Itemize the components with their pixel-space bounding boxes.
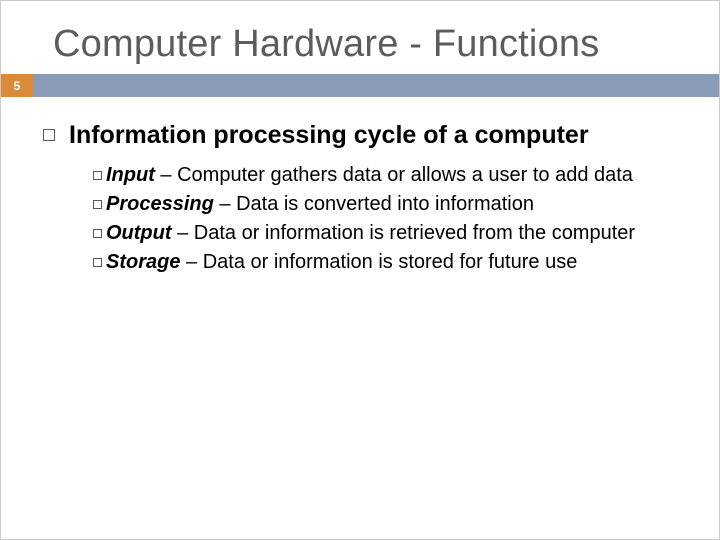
square-bullet-icon (43, 129, 55, 141)
square-bullet-icon (93, 171, 102, 180)
bullet-list: Input – Computer gathers data or allows … (43, 150, 679, 276)
bullet-term: Processing (106, 193, 214, 215)
bullet-desc: – Computer gathers data or allows a user… (155, 164, 633, 186)
list-item: Processing – Data is converted into info… (93, 191, 679, 218)
section-heading: Information processing cycle of a comput… (69, 121, 589, 150)
bullet-term: Input (106, 164, 155, 186)
page-number-badge: 5 (1, 74, 33, 97)
list-item: Input – Computer gathers data or allows … (93, 162, 679, 189)
square-bullet-icon (93, 258, 102, 267)
bullet-desc: – Data or information is stored for futu… (180, 251, 577, 273)
accent-bar-row: 5 (1, 74, 719, 97)
content-area: Information processing cycle of a comput… (1, 97, 719, 276)
slide: Computer Hardware - Functions 5 Informat… (0, 0, 720, 540)
list-item: Output – Data or information is retrieve… (93, 220, 679, 247)
bullet-term: Storage (106, 251, 180, 273)
bullet-desc: – Data or information is retrieved from … (172, 222, 636, 244)
accent-bar (33, 74, 719, 97)
list-item: Storage – Data or information is stored … (93, 249, 679, 276)
heading-row: Information processing cycle of a comput… (43, 121, 679, 150)
bullet-term: Output (106, 222, 172, 244)
bullet-desc: – Data is converted into information (214, 193, 534, 215)
square-bullet-icon (93, 229, 102, 238)
square-bullet-icon (93, 200, 102, 209)
slide-title: Computer Hardware - Functions (1, 1, 719, 74)
